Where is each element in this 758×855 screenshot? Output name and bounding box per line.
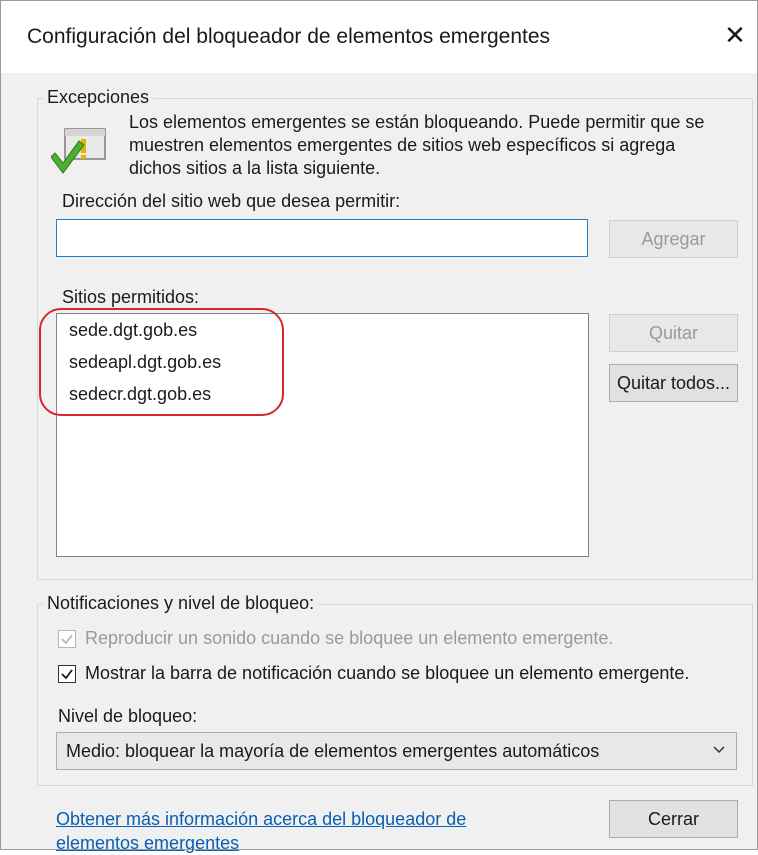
show-bar-label: Mostrar la barra de notificación cuando … xyxy=(85,663,690,683)
title-bar: Configuración del bloqueador de elemento… xyxy=(1,1,757,73)
show-bar-checkbox[interactable] xyxy=(58,665,76,683)
notifications-group-label: Notificaciones y nivel de bloqueo: xyxy=(43,593,319,614)
exceptions-description-line-2: muestren elementos emergentes de sitios … xyxy=(129,135,676,155)
block-level-label: Nivel de bloqueo: xyxy=(58,706,198,726)
block-level-value: Medio: bloquear la mayoría de elementos … xyxy=(66,741,600,761)
add-button[interactable]: Agregar xyxy=(609,220,738,258)
block-level-select[interactable]: Medio: bloquear la mayoría de elementos … xyxy=(56,732,737,770)
exceptions-description-line-1: Los elementos emergentes se están bloque… xyxy=(129,112,705,132)
learn-more-link[interactable]: Obtener más información acerca del bloqu… xyxy=(56,807,506,855)
address-label: Dirección del sitio web que desea permit… xyxy=(62,191,401,211)
window-title: Configuración del bloqueador de elemento… xyxy=(27,25,551,48)
play-sound-label: Reproducir un sonido cuando se bloquee u… xyxy=(85,628,614,648)
allowed-sites-highlight xyxy=(39,308,284,416)
allowed-sites-label: Sitios permitidos: xyxy=(62,287,200,307)
popup-blocker-dialog: Configuración del bloqueador de elemento… xyxy=(0,0,758,853)
remove-all-button[interactable]: Quitar todos... xyxy=(609,364,738,402)
chevron-down-icon xyxy=(712,743,726,762)
exceptions-description-line-3: dichos sitios a la lista siguiente. xyxy=(129,158,381,178)
play-sound-checkbox[interactable] xyxy=(58,630,76,648)
shield-check-icon xyxy=(50,123,109,177)
address-input[interactable] xyxy=(56,219,588,257)
remove-button[interactable]: Quitar xyxy=(609,314,738,352)
close-button[interactable]: Cerrar xyxy=(609,800,738,838)
exceptions-group-label: Excepciones xyxy=(43,87,154,108)
close-icon[interactable]: ✕ xyxy=(717,17,753,53)
